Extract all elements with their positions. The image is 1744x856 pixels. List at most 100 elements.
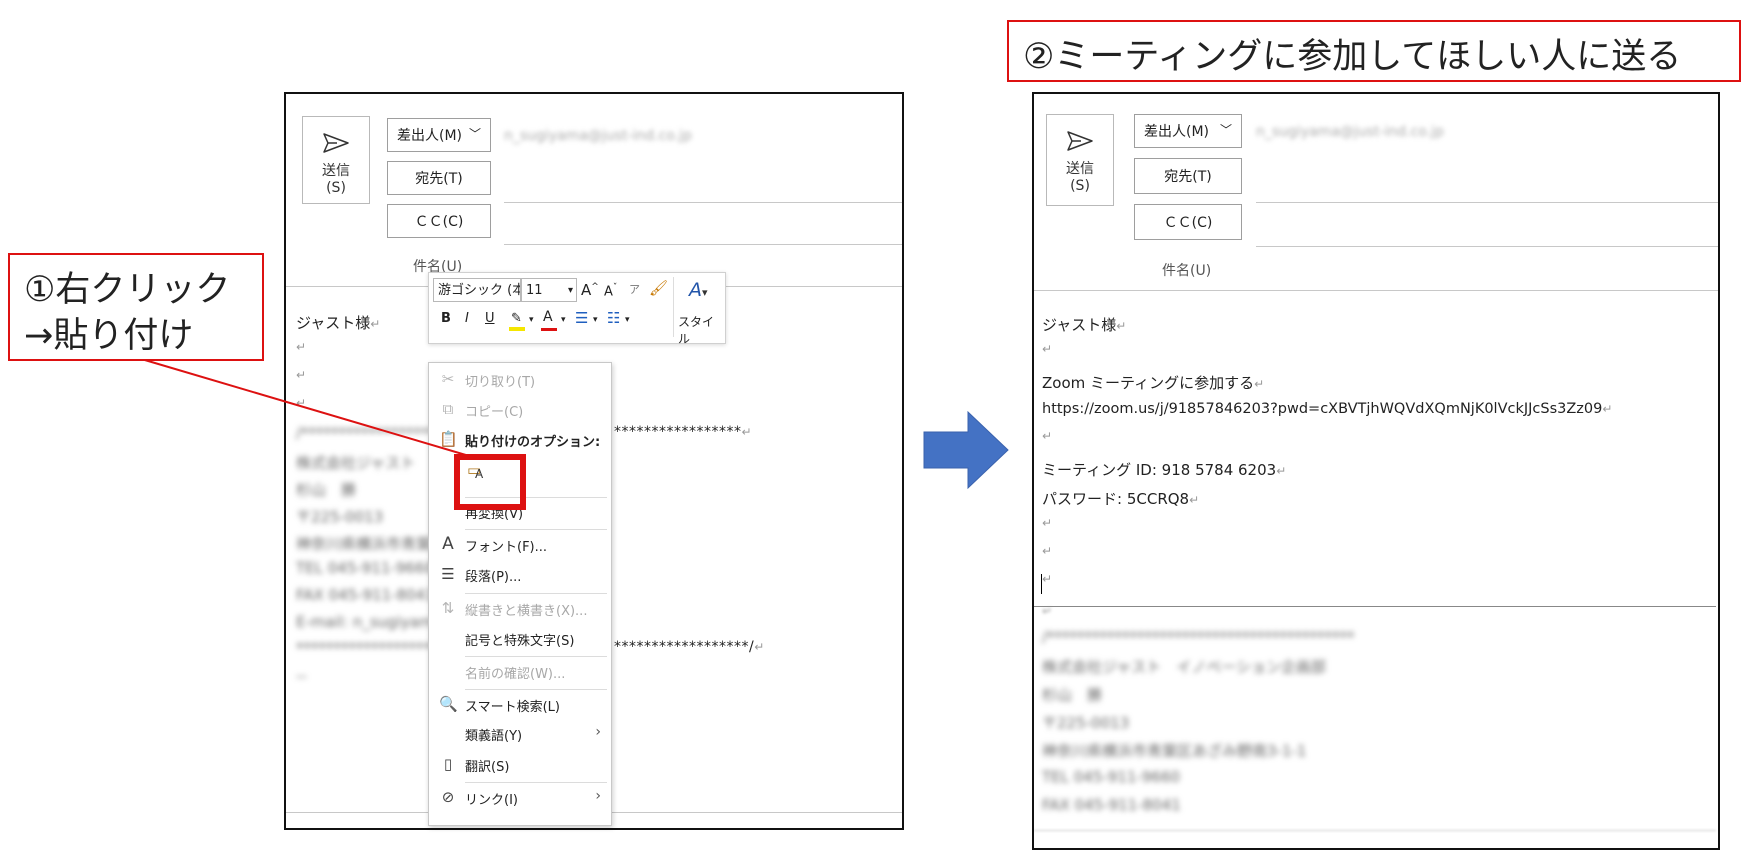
step2-text: ②ミーティングに参加してほしい人に送る	[1023, 37, 1682, 77]
format-painter-icon[interactable]: 🖌	[649, 279, 668, 297]
zoom-join-line[interactable]: Zoom ミーティングに参加する↵	[1042, 372, 1264, 393]
greeting-line[interactable]: ジャスト様↵	[1042, 314, 1126, 335]
right-arrow-icon	[923, 410, 1009, 490]
styles-icon[interactable]: A▾	[689, 279, 708, 301]
menu-separator	[465, 593, 607, 594]
chevron-down-icon[interactable]: ▾	[529, 315, 534, 325]
highlight-icon[interactable]: ✎	[509, 311, 525, 331]
send-button[interactable]: 送信 (S)	[1046, 114, 1114, 206]
italic-icon[interactable]: I	[465, 311, 469, 326]
signature-line: /***************************************…	[1042, 628, 1355, 646]
menu-item-translate[interactable]: ▯ 翻訳(S)	[429, 752, 611, 778]
empty-line: ↵	[296, 340, 307, 354]
grow-font-icon[interactable]: A^	[581, 281, 599, 299]
menu-separator	[465, 782, 607, 783]
link-icon: ⊘	[441, 788, 455, 806]
bottom-line	[1034, 830, 1716, 831]
cc-button[interactable]: ＣＣ(C)	[1134, 204, 1242, 240]
signature-line: 神奈川県横浜市青葉区あざみ野南3-1-1	[1042, 742, 1307, 760]
font-name-select[interactable]: 游ゴシック (本	[433, 278, 521, 302]
send-key: (S)	[326, 180, 346, 196]
menu-item-smart-lookup[interactable]: 🔍 スマート検索(L)	[429, 692, 611, 718]
greeting-line[interactable]: ジャスト様↵	[296, 312, 380, 333]
copy-icon: ⧉	[442, 400, 454, 418]
to-field-line	[504, 202, 902, 203]
empty-line: ↵	[1042, 604, 1053, 618]
signature-line: TEL 045-911-9660	[1042, 768, 1181, 786]
to-field-line	[1256, 202, 1718, 203]
menu-item-paste-options: 📋 貼り付けのオプション:	[439, 430, 601, 450]
shrink-font-icon[interactable]: Aˇ	[604, 283, 617, 299]
numbering-icon[interactable]: ☷	[607, 309, 620, 327]
font-size-select[interactable]: 11 ▾	[521, 278, 577, 302]
send-label: 送信	[322, 163, 350, 179]
to-button[interactable]: 宛先(T)	[1134, 158, 1242, 194]
menu-item-link[interactable]: ⊘ リンク(I) ›	[429, 785, 611, 811]
signature-line: 杉山 勝	[1042, 686, 1103, 704]
empty-line: ↵	[1042, 342, 1053, 356]
menu-separator	[465, 529, 607, 530]
password-line[interactable]: パスワード: 5CCRQ8↵	[1042, 488, 1199, 509]
signature-line: 株式会社ジャスト イノベーション企画部	[1042, 658, 1326, 676]
menu-item-paragraph[interactable]: ☰ 段落(P)...	[429, 562, 611, 588]
toolbar-separator	[673, 277, 674, 337]
cc-button[interactable]: ＣＣ(C)	[387, 204, 491, 238]
from-button[interactable]: 差出人(M) ﹀	[387, 118, 491, 152]
styles-label[interactable]: スタイル	[678, 313, 725, 347]
translate-icon: ▯	[443, 755, 453, 773]
scissors-icon: ✂	[441, 370, 455, 388]
paste-option-highlight	[454, 454, 526, 510]
from-button-label: 差出人(M)	[1144, 124, 1210, 140]
cc-button-label: ＣＣ(C)	[414, 214, 464, 230]
chevron-down-icon: ﹀	[468, 127, 481, 141]
step1-line1: ①右クリック	[24, 270, 231, 310]
send-key: (S)	[1070, 178, 1090, 194]
chevron-down-icon[interactable]: ▾	[625, 315, 630, 325]
menu-item-copy[interactable]: ⧉ コピー(C)	[429, 397, 611, 423]
paragraph-icon: ☰	[441, 565, 455, 583]
font-color-icon[interactable]: A	[541, 309, 557, 331]
empty-line: ↵	[296, 396, 307, 410]
subject-label: 件名(U)	[1162, 263, 1212, 279]
send-button[interactable]: 送信 (S)	[302, 116, 370, 204]
right-outlook-compose-window: 送信 (S) 差出人(M) ﹀ n_sugiyama@just-ind.co.jp…	[1032, 92, 1720, 850]
empty-line: ↵	[1042, 544, 1053, 558]
text-direction-icon: ⇅	[441, 599, 455, 617]
mini-format-toolbar: 游ゴシック (本 11 ▾ A^ Aˇ ア 🖌 A▾ スタイル B I U ✎ ▾…	[428, 272, 726, 347]
menu-item-symbols[interactable]: 記号と特殊文字(S)	[429, 626, 611, 652]
signature-line: --	[296, 667, 307, 685]
chevron-right-icon: ›	[595, 724, 601, 740]
font-icon: A	[442, 534, 454, 554]
smart-lookup-icon: 🔍	[439, 695, 458, 713]
cc-field-line	[504, 244, 902, 245]
send-icon	[323, 133, 349, 153]
menu-item-text-direction[interactable]: ⇅ 縦書きと横書き(X)...	[429, 596, 611, 622]
underline-icon[interactable]: U	[485, 311, 495, 326]
from-email: n_sugiyama@just-ind.co.jp	[504, 128, 692, 144]
chevron-down-icon[interactable]: ▾	[593, 315, 598, 325]
from-button[interactable]: 差出人(M) ﹀	[1134, 114, 1242, 148]
to-button-label: 宛先(T)	[1164, 169, 1212, 185]
menu-item-synonyms[interactable]: 類義語(Y) ›	[429, 721, 611, 747]
signature-line: 〒225-0013	[1042, 714, 1130, 732]
phonetic-guide-icon[interactable]: ア	[629, 281, 640, 297]
zoom-url-line[interactable]: https://zoom.us/j/91857846203?pwd=cXBVTj…	[1042, 401, 1612, 417]
empty-line: ↵	[1042, 572, 1053, 586]
chevron-down-icon[interactable]: ▾	[561, 315, 566, 325]
signature-stars-top: *****************↵	[614, 424, 753, 440]
signature-stars-bottom: ******************/↵	[614, 639, 765, 655]
menu-separator	[465, 689, 607, 690]
to-button[interactable]: 宛先(T)	[387, 161, 491, 195]
signature-line: 〒225-0013	[296, 508, 384, 526]
bullets-icon[interactable]: ☰	[575, 309, 588, 327]
signature-line: FAX 045-911-8041	[296, 586, 435, 604]
menu-item-font[interactable]: A フォント(F)...	[429, 532, 611, 558]
step1-callout: ①右クリック →貼り付け	[8, 253, 264, 361]
meeting-id-line[interactable]: ミーティング ID: 918 5784 6203↵	[1042, 459, 1286, 480]
chevron-down-icon: ﹀	[1219, 123, 1232, 137]
menu-item-check-names[interactable]: 名前の確認(W)...	[429, 659, 611, 685]
context-menu: ✂ 切り取り(T) ⧉ コピー(C) 📋 貼り付けのオプション: ▭ A 再変換(V)…	[428, 362, 612, 826]
bold-icon[interactable]: B	[441, 311, 451, 326]
body-edge-line	[1034, 606, 1716, 607]
menu-item-cut[interactable]: ✂ 切り取り(T)	[429, 367, 611, 393]
